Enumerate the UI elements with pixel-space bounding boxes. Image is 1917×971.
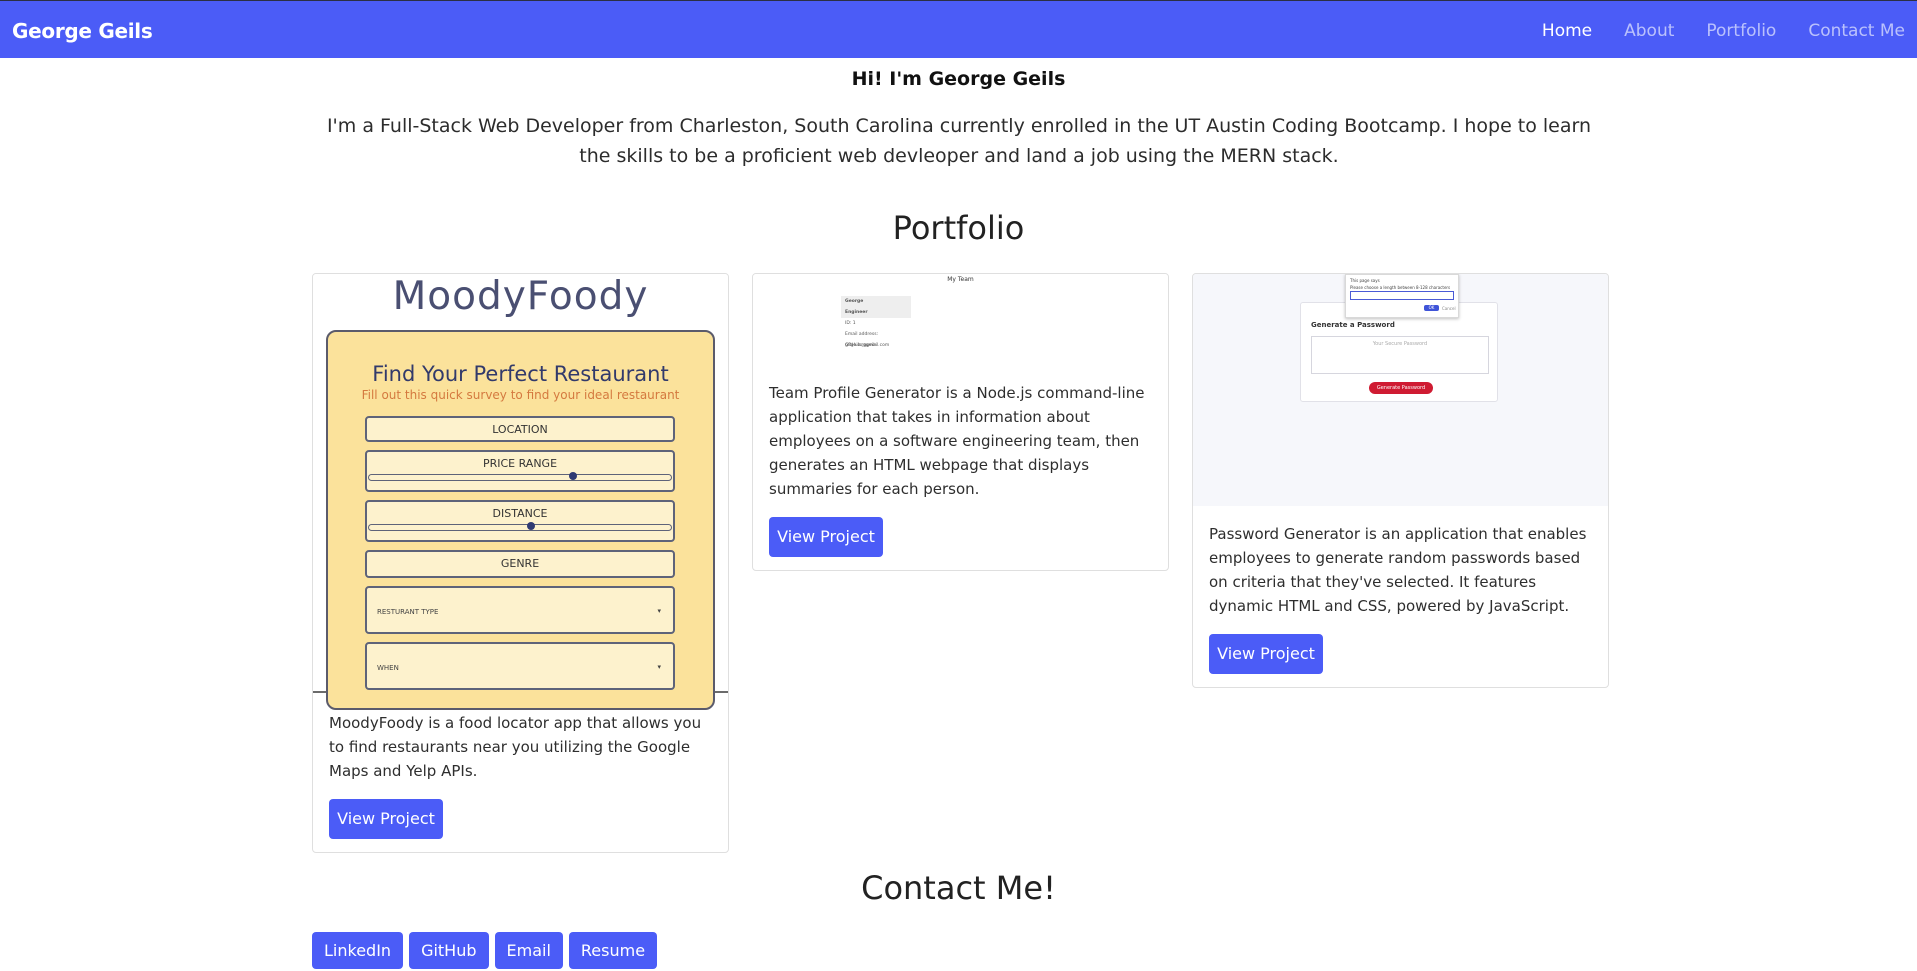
price-range-label: PRICE RANGE bbox=[482, 457, 558, 470]
project-screenshot[interactable]: MoodyFoody Find Your Perfect Restaurant … bbox=[313, 274, 728, 710]
distance-label: DISTANCE bbox=[492, 507, 548, 520]
password-output: Your Secure Password bbox=[1311, 336, 1489, 374]
price-range-field: PRICE RANGE bbox=[365, 450, 675, 492]
prompt-cancel-button: Cancel bbox=[1442, 306, 1456, 311]
employee-role: Engineer bbox=[841, 307, 911, 318]
generate-password-button: Generate Password bbox=[1369, 382, 1433, 394]
project-card-moodyfoody: MoodyFoody Find Your Perfect Restaurant … bbox=[312, 273, 729, 853]
slider-thumb bbox=[527, 522, 535, 530]
employee-github: GitHub: ggeils bbox=[845, 343, 877, 348]
prompt-dialog: This page says Please choose a length be… bbox=[1345, 274, 1459, 318]
project-screenshot[interactable]: My Team George Engineer ID: 1 Email addr… bbox=[753, 274, 1168, 364]
survey-heading: Find Your Perfect Restaurant bbox=[372, 362, 669, 386]
when-select: WHEN ▾ bbox=[365, 642, 675, 690]
project-description: Password Generator is an application tha… bbox=[1209, 525, 1587, 615]
prompt-input bbox=[1350, 291, 1454, 300]
github-button[interactable]: GitHub bbox=[409, 932, 489, 969]
prompt-text: Please choose a length between 8-128 cha… bbox=[1350, 285, 1451, 290]
when-label: WHEN bbox=[377, 664, 399, 672]
nav-about[interactable]: About bbox=[1624, 21, 1674, 41]
restaurant-type-label: RESTURANT TYPE bbox=[377, 608, 439, 616]
employee-name: George bbox=[841, 296, 911, 307]
email-button[interactable]: Email bbox=[494, 932, 563, 969]
nav-portfolio[interactable]: Portfolio bbox=[1706, 21, 1776, 41]
hero-title: Hi! I'm George Geils bbox=[851, 68, 1066, 90]
project-description: MoodyFoody is a food locator app that al… bbox=[329, 714, 702, 780]
restaurant-type-select: RESTURANT TYPE ▾ bbox=[365, 586, 675, 634]
view-project-button[interactable]: View Project bbox=[1209, 634, 1323, 674]
nav-home[interactable]: Home bbox=[1542, 21, 1592, 41]
employee-card: George Engineer ID: 1 Email address: gfl… bbox=[841, 296, 911, 354]
resume-button[interactable]: Resume bbox=[568, 932, 658, 969]
project-description: Team Profile Generator is a Node.js comm… bbox=[769, 384, 1145, 498]
slider-thumb bbox=[569, 472, 577, 480]
employee-email: Email address: gflgeils@gmail.com bbox=[845, 332, 890, 348]
project-card-password-generator: Generate a Password Your Secure Password… bbox=[1192, 273, 1609, 688]
genre-label: GENRE bbox=[500, 557, 540, 570]
contact-heading: Contact Me! bbox=[861, 869, 1056, 907]
survey-subheading: Fill out this quick survey to find your … bbox=[361, 388, 680, 402]
nav-links: Home About Portfolio Contact Me bbox=[1542, 21, 1917, 41]
contact-links: LinkedIn GitHub Email Resume bbox=[312, 932, 663, 969]
moodyfoody-logo: MoodyFoody bbox=[392, 274, 649, 319]
prompt-title: This page says bbox=[1350, 278, 1380, 283]
prompt-ok-button: OK bbox=[1424, 305, 1439, 311]
chevron-down-icon: ▾ bbox=[657, 607, 661, 615]
brand-link[interactable]: George Geils bbox=[12, 19, 153, 43]
team-title: My Team bbox=[947, 276, 974, 283]
genre-field: GENRE bbox=[365, 550, 675, 578]
project-card-team-profile: My Team George Engineer ID: 1 Email addr… bbox=[752, 273, 1169, 571]
linkedin-button[interactable]: LinkedIn bbox=[312, 932, 404, 969]
prompt-ok-label: OK bbox=[1428, 305, 1435, 310]
view-project-button[interactable]: View Project bbox=[769, 517, 883, 557]
price-range-slider bbox=[368, 472, 672, 481]
navbar: George Geils Home About Portfolio Contac… bbox=[0, 0, 1917, 58]
chevron-down-icon: ▾ bbox=[657, 663, 661, 671]
password-heading: Generate a Password bbox=[1311, 321, 1395, 329]
survey-panel: Find Your Perfect Restaurant Fill out th… bbox=[326, 330, 715, 710]
distance-field: DISTANCE bbox=[365, 500, 675, 542]
nav-contact[interactable]: Contact Me bbox=[1808, 21, 1905, 41]
hero-text: I'm a Full-Stack Web Developer from Char… bbox=[326, 115, 1592, 167]
project-screenshot[interactable]: Generate a Password Your Secure Password… bbox=[1193, 274, 1608, 506]
view-project-button[interactable]: View Project bbox=[329, 799, 443, 839]
portfolio-heading: Portfolio bbox=[892, 209, 1025, 247]
distance-slider bbox=[368, 522, 672, 531]
location-label: LOCATION bbox=[492, 423, 548, 436]
employee-id: ID: 1 bbox=[845, 321, 856, 326]
location-field: LOCATION bbox=[365, 416, 675, 442]
